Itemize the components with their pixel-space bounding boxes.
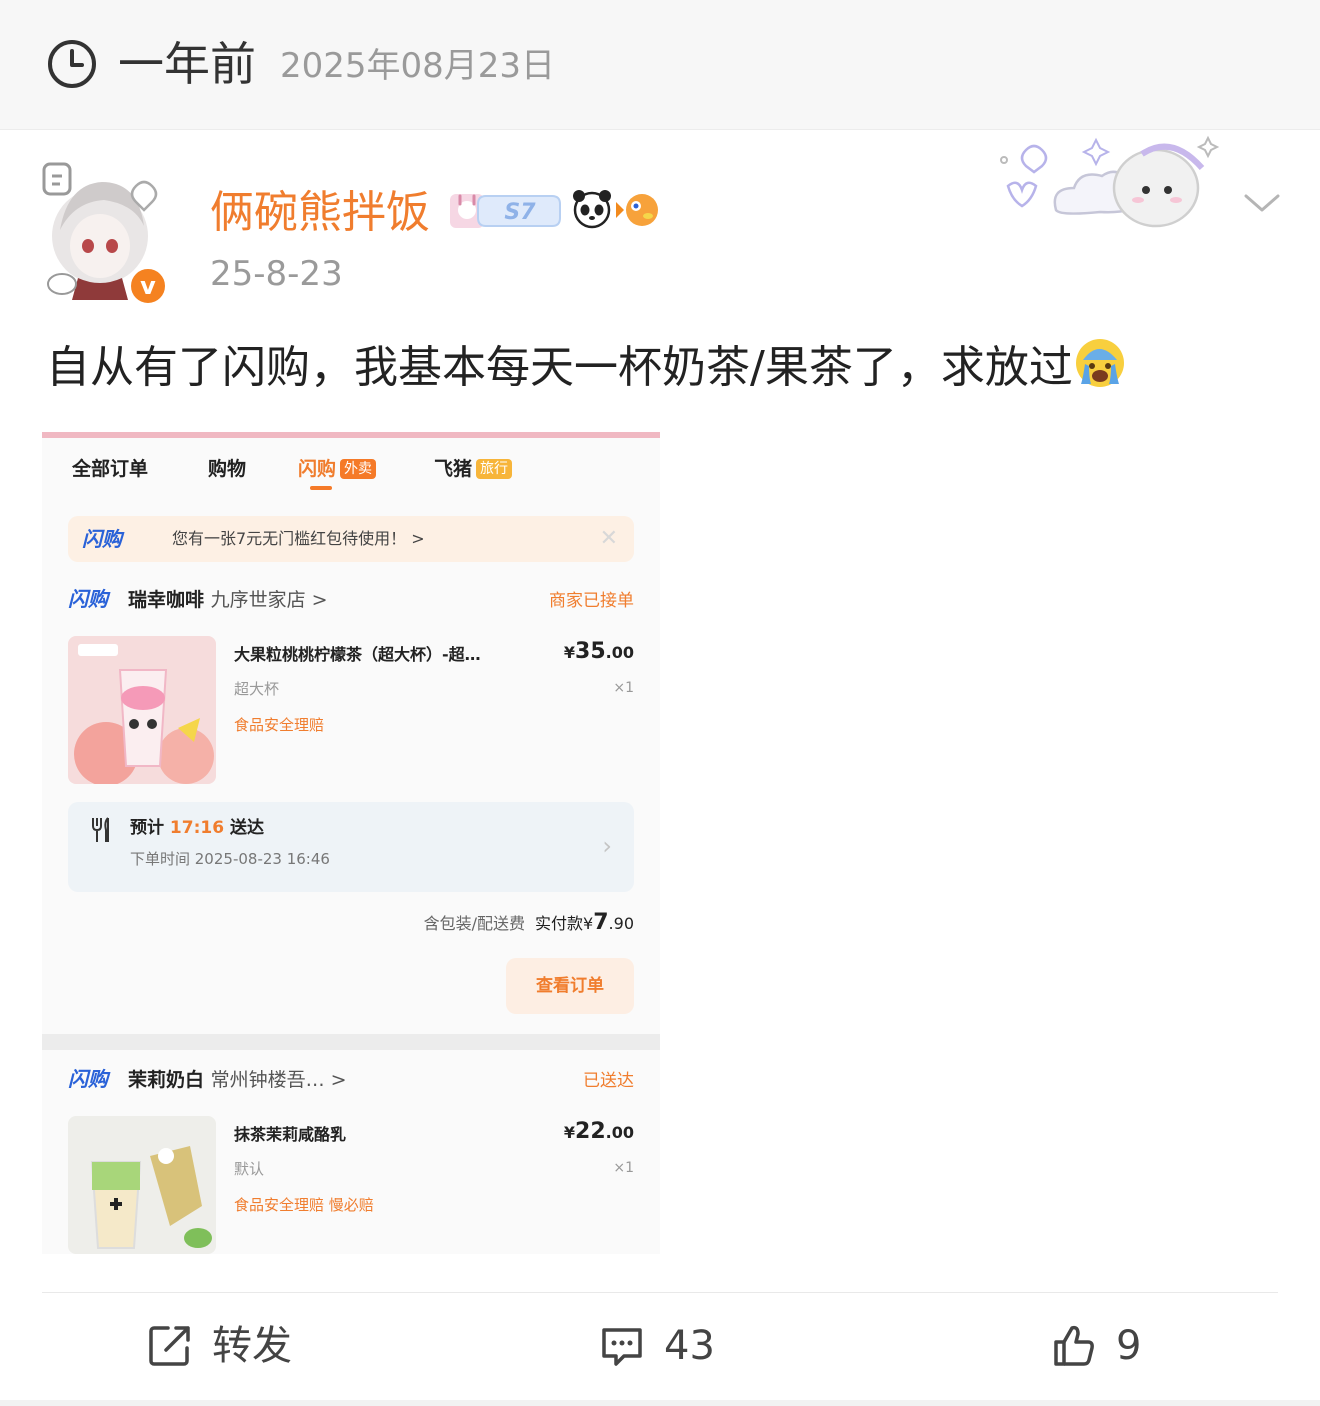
travel-tag: 旅行 [476,459,513,479]
shangou-logo: 闪购 [68,1067,108,1091]
shangou-logo: 闪购 [68,587,108,611]
item-name: 大果粒桃桃柠檬茶（超大杯）-超… [234,645,481,664]
takeout-tag: 外卖 [340,459,377,479]
cloud-sheep-decoration-icon [1000,135,1220,228]
like-count: 9 [1116,1323,1142,1369]
level-badge: S7 [477,195,561,227]
order-status: 已送达 [583,1071,634,1091]
store-branch: 九序世家店 > [210,589,328,611]
order-status: 商家已接单 [549,591,634,611]
full-date: 2025年08月23日 [280,46,556,86]
store-branch: 常州钟楼吾… > [210,1069,347,1091]
item-spec: 超大杯 [234,680,280,698]
level-badge-text: S7 [504,200,536,225]
item-price: ¥35.00 [563,639,634,664]
verified-badge: v [128,266,168,306]
item-price: ¥22.00 [563,1119,634,1144]
chevron-down-icon[interactable] [1242,188,1282,218]
action-divider [42,1292,1278,1293]
order-tabs: 全部订单 购物 闪购 外卖 飞猪 旅行 [42,454,660,504]
order-separator [42,1034,660,1050]
item-quantity: ×1 [613,680,634,696]
pufferfish-icon [616,194,658,226]
tab-all-orders: 全部订单 [72,458,149,480]
peach-tea-image [68,636,216,784]
view-order-button: 查看订单 [506,958,634,1014]
item-name: 抹茶茉莉咸酪乳 [234,1125,347,1144]
tab-shangou: 闪购 外卖 [298,454,377,484]
panda-icon [573,190,611,229]
post-text: 自从有了闪购，我基本每天一杯奶茶/果茶了，求放过 [46,336,1127,398]
comment-count: 43 [664,1323,715,1369]
eta-text: 预计 17:16 送达 [130,818,264,838]
fork-knife-icon [92,817,109,842]
promo-banner: 闪购 您有一张7元无门槛红包待使用！ > ✕ [68,516,634,562]
store-header: 闪购 瑞幸咖啡 九序世家店 > 商家已接单 [68,582,634,616]
item-spec: 默认 [234,1160,265,1178]
close-icon: ✕ [599,526,618,551]
post-time: 25-8-23 [210,254,343,294]
screenshot-top-strip [42,432,660,438]
order-screenshot[interactable]: 全部订单 购物 闪购 外卖 飞猪 旅行 闪购 您有一张7元无门槛红包待使用！ > ✕… [42,432,660,1254]
insurance-tag: 食品安全理赔 慢必赔 [234,1196,374,1214]
repost-icon [149,1326,190,1366]
order-total: 含包装/配送费 实付款¥7.90 [423,910,634,935]
tab-shopping: 购物 [208,458,247,480]
item-quantity: ×1 [613,1160,634,1176]
promo-text: 您有一张7元无门槛红包待使用！ > [172,529,425,548]
chevron-right-icon: › [602,832,612,860]
top-date-bar: 一年前 2025年08月23日 [0,0,1320,130]
post-text-content: 自从有了闪购，我基本每天一杯奶茶/果茶了，求放过 [46,342,1073,393]
thumbs-up-icon [1054,1325,1094,1366]
repost-button[interactable]: 转发 [148,1318,348,1374]
relative-time: 一年前 [118,37,256,91]
comment-button[interactable]: 43 [600,1318,760,1374]
user-badges: S7 [450,190,658,229]
store-header: 闪购 茉莉奶白 常州钟楼吾… > 已送达 [68,1062,634,1096]
like-button[interactable]: 9 [1052,1318,1172,1374]
store-name: 瑞幸咖啡 九序世家店 > [128,589,328,611]
insurance-tag: 食品安全理赔 [234,716,325,734]
comment-icon [602,1328,642,1366]
bottom-separator [0,1400,1320,1406]
clock-icon [48,40,96,88]
active-tab-indicator [310,486,332,490]
store-name: 茉莉奶白 常州钟楼吾… > [128,1069,347,1091]
repost-label: 转发 [212,1323,292,1369]
username[interactable]: 俩碗熊拌饭 [210,186,430,240]
matcha-tea-image [68,1116,216,1254]
order-time: 下单时间 2025-08-23 16:46 [130,850,330,868]
crying-face-icon [1075,339,1124,387]
shangou-logo: 闪购 [82,527,122,551]
delivery-info: 预计 17:16 送达 下单时间 2025-08-23 16:46 › [68,802,634,892]
tab-fliggy: 飞猪 旅行 [434,454,513,484]
eta-time: 17:16 [169,818,225,838]
